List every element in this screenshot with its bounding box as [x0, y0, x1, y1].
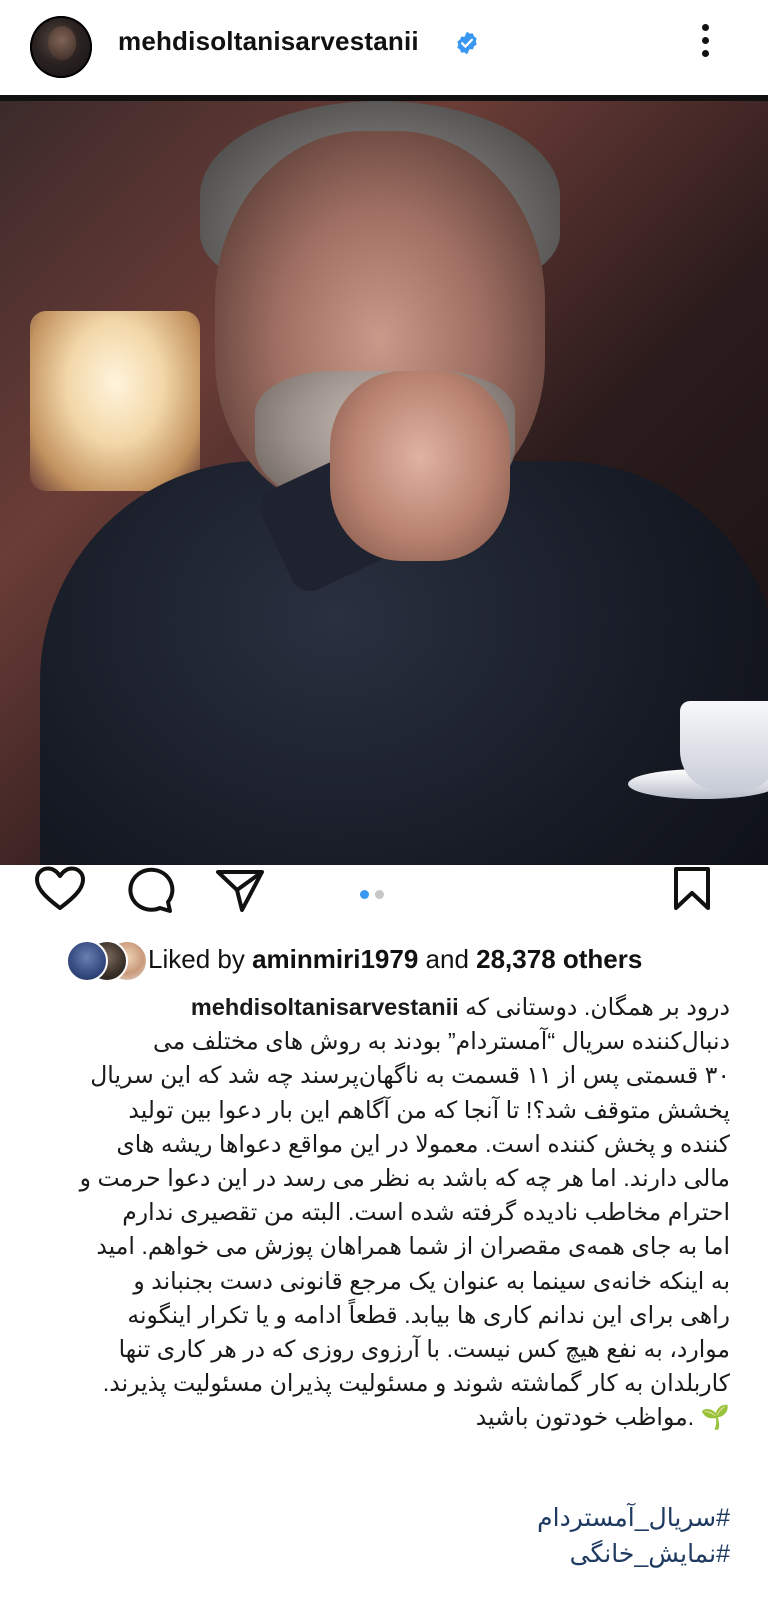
liker-username[interactable]: aminmiri1979 — [252, 944, 418, 974]
caption-line: به اینکه خانه‌ی سینما به عنوان یک مرجع ق… — [133, 1267, 730, 1294]
caption-line: 🌱 .مواظب خودتون باشید — [475, 1404, 730, 1431]
caption-line: پخشش متوقف شد؟! تا آنجا که من آگاهم این … — [128, 1096, 730, 1123]
likes-middle: and — [418, 944, 477, 974]
header-username[interactable]: mehdisoltanisarvestanii — [118, 26, 419, 57]
carousel-dot — [375, 890, 384, 899]
caption-line: کننده و پخش کننده است. معمولا در این موا… — [116, 1130, 730, 1157]
caption-text: درود بر همگان. دوستانی که — [458, 994, 730, 1020]
caption-line: راهی برای این ندانم کاری ها بیابد. قطعاً… — [127, 1301, 730, 1328]
caption-line: احترام مخاطب نادیده گرفته شده است. البته… — [122, 1199, 730, 1226]
caption-line: اما به جای همه‌ی مقصران از شما همراهان پ… — [96, 1233, 730, 1260]
carousel-indicator — [360, 886, 390, 899]
comment-icon[interactable] — [124, 866, 176, 914]
caption-hashtags: #سریال_آمستردام #نمایش_خانگی — [430, 1500, 730, 1572]
caption-line: کاربلدان به کار گماشته شوند و مسئولیت پذ… — [102, 1370, 730, 1397]
post-actions — [0, 866, 768, 936]
post-image[interactable] — [0, 101, 768, 865]
bookmark-icon[interactable] — [672, 866, 712, 912]
hashtag-link[interactable]: #نمایش_خانگی — [430, 1536, 730, 1572]
caption-line: دنبال‌کننده سریال “آمستردام” بودند به رو… — [153, 1028, 730, 1055]
user-avatar[interactable] — [30, 16, 92, 78]
hashtag-link[interactable]: #سریال_آمستردام — [430, 1500, 730, 1536]
avatar-face — [48, 26, 76, 60]
likes-prefix: Liked by — [148, 944, 253, 974]
post-caption: درود بر همگان. دوستانی که mehdisoltanisa… — [30, 990, 730, 1434]
caption-line: ۳۰ قسمتی پس از ۱۱ قسمت به ناگهان‌پرسند چ… — [90, 1062, 730, 1089]
caption-line: مالی دارند. اما هر چه که باشد به نظر می … — [79, 1164, 730, 1191]
subject-hand — [330, 371, 510, 561]
background-lamp — [30, 311, 200, 491]
more-options-icon[interactable] — [700, 24, 710, 64]
caption-username[interactable]: mehdisoltanisarvestanii — [191, 994, 459, 1020]
likes-summary[interactable]: Liked by aminmiri1979 and 28,378 others — [148, 944, 642, 975]
likes-count[interactable]: 28,378 others — [476, 944, 642, 974]
verified-badge-icon — [457, 31, 477, 55]
liker-avatar[interactable] — [66, 940, 108, 982]
teacup — [680, 701, 768, 791]
post-header: mehdisoltanisarvestanii — [0, 0, 768, 96]
likes-row: Liked by aminmiri1979 and 28,378 others — [30, 938, 750, 982]
caption-first-line: درود بر همگان. دوستانی که mehdisoltanisa… — [30, 990, 730, 1024]
share-icon[interactable] — [214, 866, 266, 914]
heart-icon[interactable] — [34, 866, 86, 912]
carousel-dot-active — [360, 890, 369, 899]
caption-line: موارد، به نفع هیچ کس نیست. با آرزوی روزی… — [118, 1335, 730, 1362]
